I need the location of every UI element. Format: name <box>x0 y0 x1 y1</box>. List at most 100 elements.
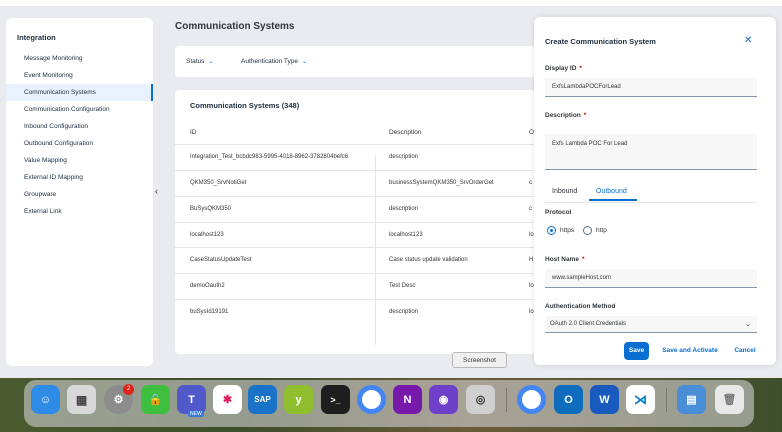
github-icon[interactable]: ◉ <box>429 385 458 414</box>
save-button[interactable]: Save <box>624 342 649 360</box>
sidebar-item-communication-configuration[interactable]: Communication Configuration <box>6 101 153 118</box>
column-header-description[interactable]: Description <box>389 129 422 136</box>
window-top-strip <box>0 0 782 6</box>
table-title: Communication Systems (348) <box>190 101 300 110</box>
terminal-icon[interactable]: >_ <box>321 385 350 414</box>
display-id-input[interactable]: ExfsLambdaPOCForLead <box>545 78 757 97</box>
display-id-label-text: Display ID <box>545 65 577 72</box>
display-id-label: Display ID * <box>545 65 582 72</box>
table-row[interactable]: QKM350_SrvNotiGet businessSystemQKM350_S… <box>175 170 535 196</box>
password-app-icon[interactable]: 🔒 <box>141 385 170 414</box>
host-name-label: Host Name * <box>545 256 585 263</box>
table-row[interactable]: buSysId19191 description lo <box>175 299 535 325</box>
cell-description: localhost123 <box>389 232 423 238</box>
cell-description: description <box>389 154 419 160</box>
status-filter[interactable]: Status ⌄ <box>186 58 213 65</box>
authentication-method-value: OAuth 2.0 Client Credentials <box>550 321 627 327</box>
cell-description: Case status update validation <box>389 257 468 263</box>
chevron-down-icon: ⌄ <box>301 59 308 65</box>
sidebar-item-value-mapping[interactable]: Value Mapping <box>6 152 153 169</box>
http-radio-label[interactable]: http <box>596 227 607 234</box>
dock-separator <box>506 388 507 412</box>
yubico-icon[interactable]: y <box>284 385 313 414</box>
collapse-sidebar-icon[interactable]: ‹ <box>155 186 158 196</box>
authentication-method-label: Authentication Method <box>545 303 616 310</box>
cell-third: lo <box>529 283 534 289</box>
sidebar-item-external-id-mapping[interactable]: External ID Mapping <box>6 169 153 186</box>
cell-id: QKM350_SrvNotiGet <box>190 180 247 186</box>
http-radio[interactable] <box>583 226 592 235</box>
table-row[interactable]: CaseStatusUpdateTest Case status update … <box>175 247 535 273</box>
required-mark: * <box>579 65 582 72</box>
direction-tabs: Inbound Outbound <box>545 182 757 203</box>
cell-id: localhost123 <box>190 232 224 238</box>
required-mark: * <box>583 112 587 119</box>
authentication-type-filter[interactable]: Authentication Type ⌄ <box>241 58 307 65</box>
chrome-icon[interactable] <box>357 385 386 414</box>
close-icon[interactable]: ✕ <box>744 35 752 46</box>
screenshot-icon[interactable]: ◎ <box>466 385 495 414</box>
filter-bar: Status ⌄ Authentication Type ⌄ <box>175 46 535 77</box>
chevron-down-icon: ⌄ <box>208 59 214 65</box>
host-name-label-text: Host Name <box>545 256 579 263</box>
cell-description: description <box>389 309 419 315</box>
chrome-2-icon[interactable] <box>517 385 546 414</box>
panel-title: Create Communication System <box>545 37 656 46</box>
chevron-down-icon: ⌄ <box>745 321 751 328</box>
sidebar-item-event-monitoring[interactable]: Event Monitoring <box>6 67 153 84</box>
tab-inbound[interactable]: Inbound <box>552 188 577 195</box>
launchpad-icon[interactable]: ▦ <box>67 385 96 414</box>
table-row[interactable]: Integration_Test_bcbdc983-5995-4018-8962… <box>175 144 535 170</box>
teams-icon[interactable]: T <box>177 385 206 414</box>
column-resize-divider[interactable] <box>375 155 376 345</box>
sidebar-item-external-link[interactable]: External Link <box>6 203 153 220</box>
sidebar-item-inbound-configuration[interactable]: Inbound Configuration <box>6 118 153 135</box>
sidebar-title: Integration <box>17 33 56 42</box>
finder-icon[interactable]: ☺ <box>31 385 60 414</box>
active-tab-indicator <box>589 199 637 201</box>
cell-third: c <box>529 180 532 186</box>
host-name-input[interactable]: www.sampleHost.com <box>545 269 757 288</box>
cell-description: description <box>389 206 419 212</box>
trash-icon[interactable]: 🗑 <box>715 385 744 414</box>
slack-icon[interactable]: ✱ <box>213 385 242 414</box>
page-title: Communication Systems <box>175 21 295 32</box>
vscode-icon[interactable]: ⋊ <box>626 385 655 414</box>
cell-description: Test Desc <box>389 283 416 289</box>
table-row[interactable]: localhost123 localhost123 lo <box>175 222 535 248</box>
sidebar-item-outbound-configuration[interactable]: Outbound Configuration <box>6 135 153 152</box>
description-label-text: Description <box>545 112 581 119</box>
screenshot-tooltip: Screenshot <box>452 352 507 368</box>
word-icon[interactable]: W <box>590 385 619 414</box>
cell-third: c <box>529 206 532 212</box>
folder-icon[interactable]: ▤ <box>677 385 706 414</box>
auth-filter-label: Authentication Type <box>241 58 298 65</box>
dock-separator <box>666 388 667 412</box>
authentication-method-select[interactable]: OAuth 2.0 Client Credentials ⌄ <box>545 316 757 333</box>
sidebar-list: Message Monitoring Event Monitoring Comm… <box>6 50 153 220</box>
table-row[interactable]: demoOauth2 Test Desc lo <box>175 273 535 299</box>
sidebar-item-message-monitoring[interactable]: Message Monitoring <box>6 50 153 67</box>
notification-badge: 2 <box>123 384 134 395</box>
outlook-icon[interactable]: O <box>554 385 583 414</box>
cell-id: CaseStatusUpdateTest <box>190 257 252 263</box>
sidebar-item-groupware[interactable]: Groupware <box>6 186 153 203</box>
onenote-icon[interactable]: N <box>393 385 422 414</box>
required-mark: * <box>581 256 585 263</box>
table-row[interactable]: BuSysQKM350 description c <box>175 196 535 222</box>
save-and-activate-button[interactable]: Save and Activate <box>659 342 721 360</box>
description-label: Description * <box>545 112 586 119</box>
https-radio[interactable] <box>547 226 556 235</box>
cell-third: lo <box>529 232 534 238</box>
column-header-id[interactable]: ID <box>190 129 197 136</box>
new-tag: NEW <box>188 411 204 417</box>
description-textarea[interactable]: Exfs Lambda POC For Lead <box>545 134 757 170</box>
cell-third: lo <box>529 309 534 315</box>
sidebar-item-communication-systems[interactable]: Communication Systems <box>6 84 153 101</box>
cancel-button[interactable]: Cancel <box>729 342 761 360</box>
sap-icon[interactable]: SAP <box>248 385 277 414</box>
cell-id: demoOauth2 <box>190 283 225 289</box>
https-radio-label[interactable]: https <box>560 227 574 234</box>
sidebar: Integration Message Monitoring Event Mon… <box>6 18 153 366</box>
tab-outbound[interactable]: Outbound <box>596 188 627 195</box>
